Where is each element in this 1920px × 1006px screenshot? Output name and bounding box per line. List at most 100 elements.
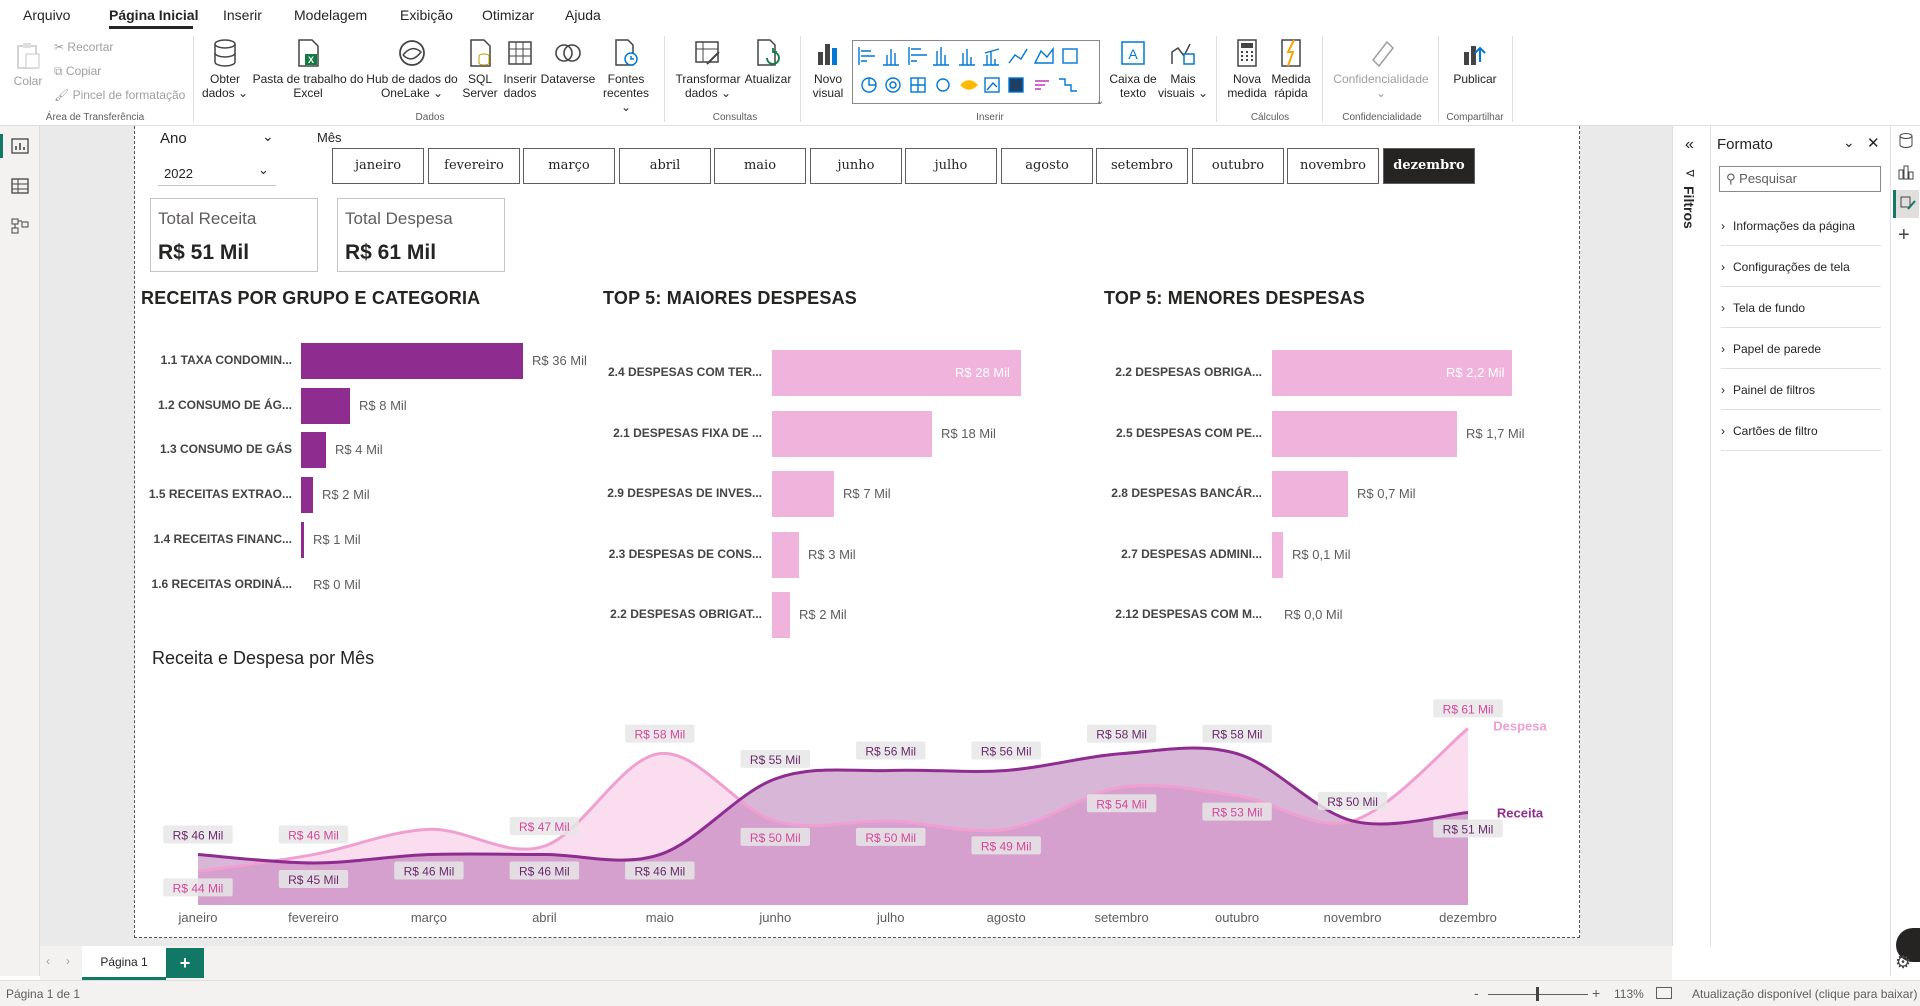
refresh-button[interactable]: Atualizar [740, 38, 796, 86]
collapse-pane-chevron-icon[interactable]: ⌄ [1843, 134, 1855, 151]
add-page-button[interactable]: + [166, 948, 204, 978]
visualization-gallery[interactable] [852, 40, 1100, 104]
copy-button[interactable]: ⧉ Copiar [54, 64, 101, 79]
new-measure-button[interactable]: Nova medida [1222, 38, 1272, 100]
quick-measure-button[interactable]: Medida rápida [1266, 38, 1316, 100]
bar[interactable] [1272, 410, 1457, 457]
add-pane-icon[interactable]: + [1898, 224, 1910, 247]
bar[interactable] [772, 471, 834, 517]
format-section-1[interactable]: › Configurações de tela [1721, 247, 1881, 287]
year-dropdown-value: 2022 [164, 166, 193, 181]
bar[interactable] [1272, 471, 1348, 517]
bar-value-label: R$ 0,0 Mil [1284, 607, 1343, 622]
dataverse-button[interactable]: Dataverse [540, 38, 596, 86]
tab-pagina-1[interactable]: Página 1 [82, 946, 166, 980]
build-visual-icon[interactable] [1898, 164, 1914, 180]
zoom-out-button[interactable]: - [1474, 985, 1479, 1001]
excel-label: Pasta de trabalho do [252, 72, 364, 86]
bar[interactable] [772, 531, 799, 578]
month-button-1[interactable]: fevereiro [428, 148, 520, 184]
month-button-0[interactable]: janeiro [332, 148, 424, 184]
format-section-3[interactable]: › Papel de parede [1721, 329, 1881, 369]
onelake-hub-button[interactable]: Hub de dados do OneLake ⌄ [364, 38, 460, 100]
bar[interactable] [301, 521, 304, 558]
format-search-input[interactable]: ⚲ Pesquisar [1719, 166, 1881, 192]
year-dropdown[interactable]: 2022 ⌄ [158, 160, 276, 186]
get-data-button[interactable]: Obter dados ⌄ [200, 38, 250, 100]
bar[interactable] [772, 410, 932, 457]
x-axis-tick-label: setembro [1095, 910, 1149, 925]
more-visuals-button[interactable]: Mais visuais ⌄ [1156, 38, 1210, 100]
sql-server-button[interactable]: SQL Server [458, 38, 502, 100]
format-section-2[interactable]: › Tela de fundo [1721, 288, 1881, 328]
bar[interactable] [1272, 531, 1283, 578]
bar[interactable] [772, 592, 790, 638]
bar-category-label: 2.1 DESPESAS FIXA DE ... [613, 425, 762, 440]
bar[interactable] [301, 343, 523, 379]
expand-filters-icon[interactable]: « [1685, 136, 1694, 154]
month-button-10[interactable]: novembro [1287, 148, 1379, 184]
close-icon[interactable]: ✕ [1867, 134, 1880, 152]
format-section-4[interactable]: › Painel de filtros [1721, 370, 1881, 410]
bar[interactable] [301, 432, 326, 469]
update-available-link[interactable]: Atualização disponível (clique para baix… [1692, 987, 1917, 1001]
menu-inserir[interactable]: Inserir [223, 7, 262, 23]
visual-gallery-icons [858, 46, 1078, 93]
receita-despesa-chart[interactable]: R$ 46 Mil R$ 45 Mil R$ 46 Mil R$ 46 Mil R$ 4… [140, 690, 1560, 930]
menu-modelagem[interactable]: Modelagem [294, 7, 367, 23]
more-visuals-label-2: visuais ⌄ [1157, 86, 1209, 100]
month-button-6[interactable]: julho [905, 148, 997, 184]
data-pane-icon[interactable] [1898, 132, 1914, 148]
excel-label-2: Excel [293, 86, 323, 100]
month-button-5[interactable]: junho [810, 148, 902, 184]
month-button-4[interactable]: maio [714, 148, 806, 184]
table-view-icon[interactable] [11, 178, 29, 194]
format-section-0[interactable]: › Informações da página [1721, 206, 1881, 246]
tab-scroll-left-icon[interactable]: ‹ [46, 954, 50, 968]
menu-pagina-inicial[interactable]: Página Inicial [109, 7, 198, 23]
zoom-slider-thumb[interactable] [1536, 987, 1539, 1001]
report-view-icon[interactable] [11, 138, 29, 154]
bar-chart-title-1: TOP 5: MAIORES DESPESAS [603, 288, 857, 308]
paste-icon [17, 43, 40, 69]
zoom-in-button[interactable]: + [1592, 985, 1600, 1001]
paste-button[interactable]: Colar [10, 42, 46, 88]
gallery-expand-icon[interactable]: ⌄ [1096, 70, 1106, 134]
month-button-8[interactable]: setembro [1096, 148, 1188, 184]
tab-scroll-right-icon[interactable]: › [66, 954, 70, 968]
new-visual-button[interactable]: Novo visual [806, 38, 850, 100]
publish-button[interactable]: Publicar [1444, 38, 1506, 86]
format-painter-button[interactable]: 🖌 Pincel de formatação [54, 88, 185, 102]
bar-category-label: 1.3 CONSUMO DE GÁS [159, 442, 292, 457]
format-section-5[interactable]: › Cartões de filtro [1721, 411, 1881, 451]
filters-pane-collapsed[interactable]: « ⊲ Filtros [1672, 126, 1710, 946]
menu-otimizar[interactable]: Otimizar [482, 7, 534, 23]
excel-workbook-button[interactable]: X Pasta de trabalho do Excel [250, 38, 366, 100]
bar[interactable] [301, 387, 350, 424]
new-measure-label-2: medida [1227, 86, 1267, 100]
menu-arquivo[interactable]: Arquivo [23, 7, 70, 23]
model-view-icon[interactable] [11, 218, 29, 234]
search-icon: ⚲ [1726, 171, 1736, 186]
fit-to-page-icon[interactable] [1656, 987, 1672, 999]
settings-gear-icon[interactable]: ⚙ [1895, 952, 1911, 973]
cut-button[interactable]: ✂ Recortar [54, 40, 113, 54]
month-button-9[interactable]: outubro [1192, 148, 1284, 184]
month-button-7[interactable]: agosto [1001, 148, 1093, 184]
recent-sources-button[interactable]: Fontes recentes ⌄ [598, 38, 654, 114]
month-button-2[interactable]: março [523, 148, 615, 184]
month-button-11[interactable]: dezembro [1383, 148, 1475, 184]
bar[interactable] [301, 477, 313, 514]
sensitivity-button[interactable]: Confidencialidade ⌄ [1328, 38, 1434, 100]
bar-category-label: 2.7 DESPESAS ADMINI... [1121, 546, 1262, 561]
text-box-button[interactable]: A Caixa de texto [1108, 38, 1158, 100]
transform-data-button[interactable]: Transformar dados ⌄ [672, 38, 744, 100]
menu-exibicao[interactable]: Exibição [400, 7, 453, 23]
format-section-label: Tela de fundo [1733, 301, 1806, 315]
enter-data-button[interactable]: Inserir dados [498, 38, 542, 100]
format-pane-tab[interactable] [1893, 190, 1919, 218]
menu-ajuda[interactable]: Ajuda [565, 7, 601, 23]
year-slicer-chevron-icon[interactable]: ⌄ [262, 128, 274, 145]
month-button-3[interactable]: abril [619, 148, 711, 184]
database-icon [214, 39, 236, 67]
